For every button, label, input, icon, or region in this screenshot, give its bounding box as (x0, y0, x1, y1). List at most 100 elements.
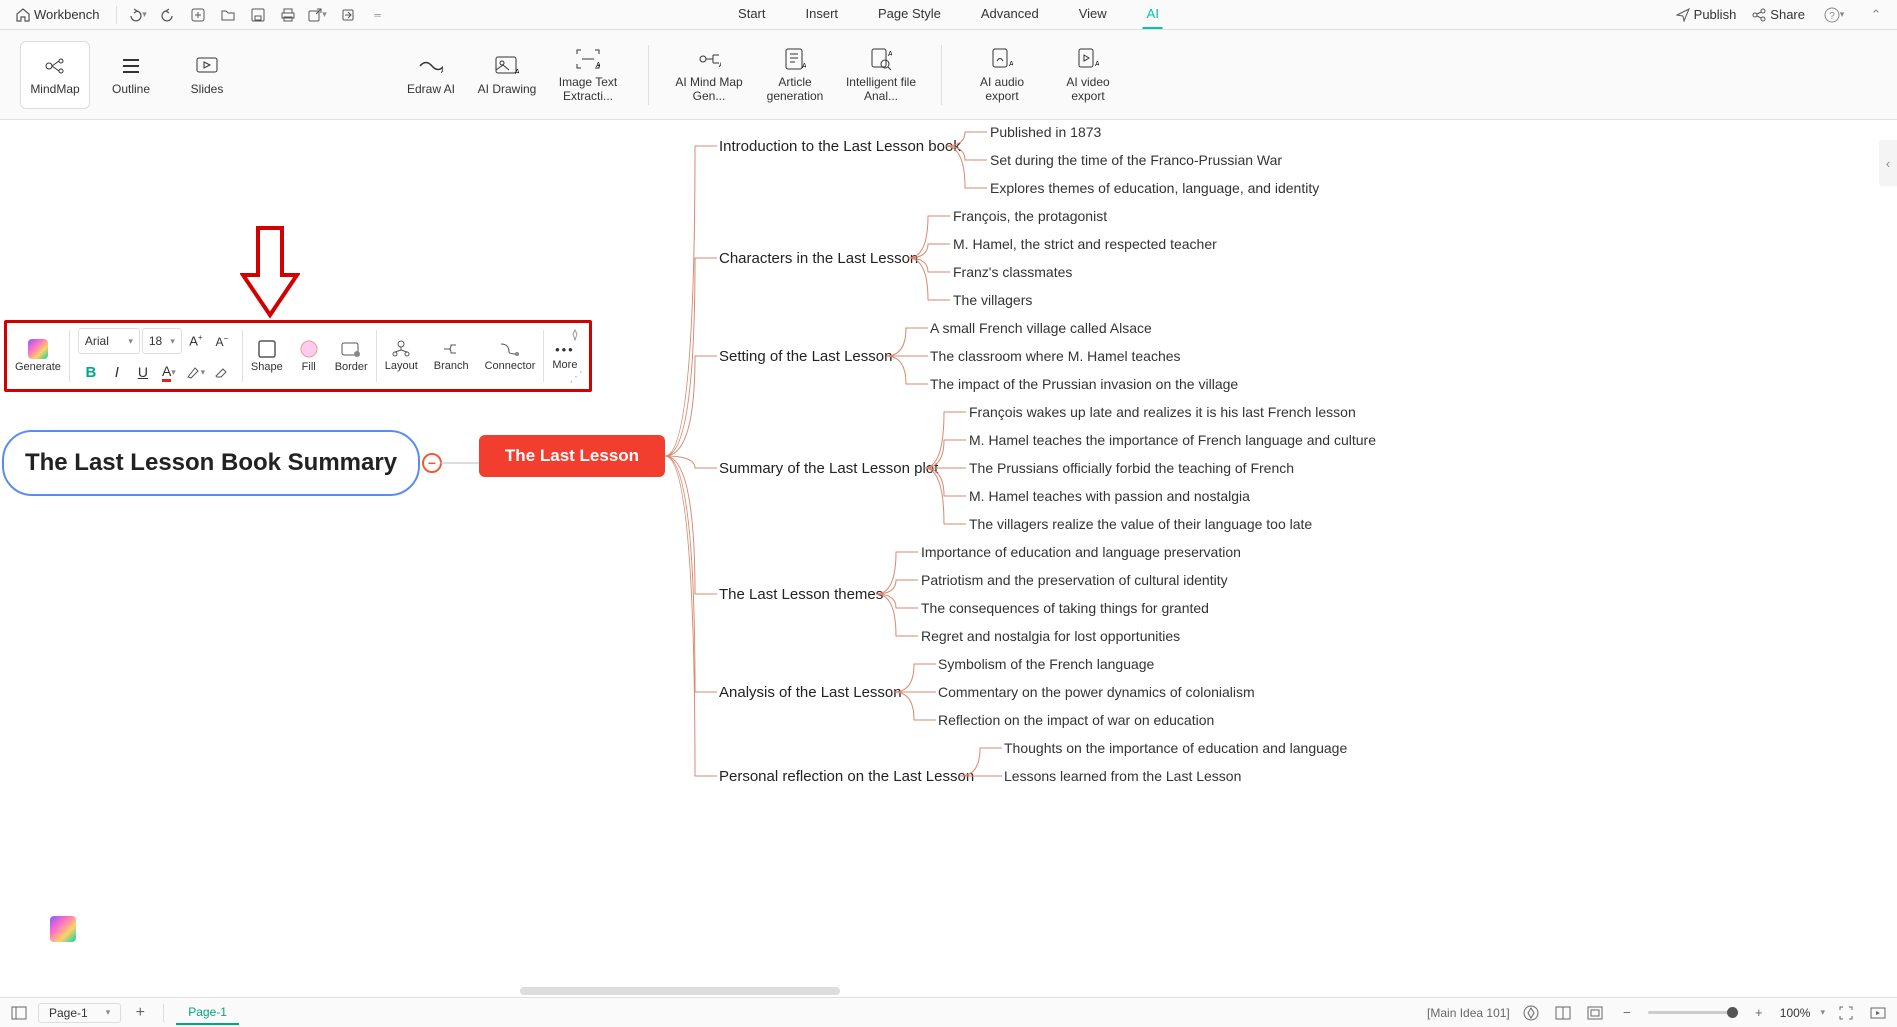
fullscreen-button[interactable] (1835, 1002, 1857, 1024)
leaf-node[interactable]: The impact of the Prussian invasion on t… (930, 376, 1238, 392)
shape-button[interactable]: Shape (243, 323, 291, 389)
menu-tab-insert[interactable]: Insert (802, 0, 843, 29)
font-color-button[interactable]: A▾ (157, 360, 181, 384)
bold-button[interactable]: B (79, 360, 103, 384)
leaf-node[interactable]: Commentary on the power dynamics of colo… (938, 684, 1255, 700)
increase-font-button[interactable]: A+ (184, 329, 208, 353)
more-quick-button[interactable]: ═ (365, 3, 391, 27)
outline-panel-button[interactable] (8, 1002, 30, 1024)
menu-tab-view[interactable]: View (1075, 0, 1111, 29)
new-button[interactable] (185, 3, 211, 27)
decrease-font-button[interactable]: A− (210, 329, 234, 353)
article-gen-button[interactable]: AI Article generation (755, 41, 835, 109)
save-button[interactable] (245, 3, 271, 27)
leaf-node[interactable]: The villagers (953, 292, 1032, 308)
print-button[interactable] (275, 3, 301, 27)
fit-page-button[interactable] (1584, 1002, 1606, 1024)
leaf-node[interactable]: Regret and nostalgia for lost opportunit… (921, 628, 1180, 644)
zoom-in-button[interactable]: + (1748, 1002, 1770, 1024)
fill-button[interactable]: Fill (291, 323, 327, 389)
ai-mindmap-gen-button[interactable]: AI AI Mind Map Gen... (669, 41, 749, 109)
leaf-node[interactable]: Explores themes of education, language, … (990, 180, 1319, 196)
branch-button[interactable]: Branch (426, 323, 477, 389)
canvas[interactable]: Generate Arial▾ 18▾ A+ A− B I U A▾ ▾ Sha… (0, 120, 1897, 997)
highlight-button[interactable]: ▾ (183, 360, 207, 384)
edraw-ai-button[interactable]: AI Edraw AI (396, 41, 466, 109)
collapse-ribbon-button[interactable]: ⌃ (1863, 3, 1889, 27)
ai-assistant-badge[interactable] (50, 916, 76, 942)
resize-handle[interactable]: ⋰ (569, 368, 583, 385)
menu-tab-start[interactable]: Start (734, 0, 769, 29)
view-outline-button[interactable]: Outline (96, 41, 166, 109)
undo-button[interactable]: ▾ (125, 3, 151, 27)
leaf-node[interactable]: M. Hamel, the strict and respected teach… (953, 236, 1217, 252)
leaf-node[interactable]: Published in 1873 (990, 124, 1101, 140)
leaf-node[interactable]: François wakes up late and realizes it i… (969, 404, 1356, 420)
underline-button[interactable]: U (131, 360, 155, 384)
leaf-node[interactable]: Thoughts on the importance of education … (1004, 740, 1347, 756)
help-button[interactable]: ?▾ (1821, 3, 1847, 27)
italic-button[interactable]: I (105, 360, 129, 384)
font-selector[interactable]: Arial▾ (78, 328, 140, 354)
export-button[interactable]: ▾ (305, 3, 331, 27)
leaf-node[interactable]: Importance of education and language pre… (921, 544, 1241, 560)
layout-button[interactable]: Layout (377, 323, 426, 389)
border-button[interactable]: Border (327, 323, 376, 389)
topic-node[interactable]: Summary of the Last Lesson plot (719, 460, 938, 477)
menu-tab-page-style[interactable]: Page Style (874, 0, 945, 29)
page-selector[interactable]: Page-1▾ (38, 1003, 121, 1023)
fontsize-selector[interactable]: 18▾ (142, 328, 182, 354)
center-node[interactable]: The Last Lesson (479, 435, 665, 477)
leaf-node[interactable]: The Prussians officially forbid the teac… (969, 460, 1294, 476)
generate-button[interactable]: Generate (7, 323, 69, 389)
menu-tab-advanced[interactable]: Advanced (977, 0, 1043, 29)
present-button[interactable] (1867, 1002, 1889, 1024)
publish-button[interactable]: Publish (1676, 7, 1737, 22)
topic-node[interactable]: Introduction to the Last Lesson book (719, 138, 961, 155)
clear-format-button[interactable] (209, 360, 233, 384)
menu-tab-ai[interactable]: AI (1143, 0, 1163, 29)
topic-node[interactable]: Personal reflection on the Last Lesson (719, 768, 974, 785)
topic-node[interactable]: Characters in the Last Lesson (719, 250, 918, 267)
open-button[interactable] (215, 3, 241, 27)
zoom-out-button[interactable]: − (1616, 1002, 1638, 1024)
ai-drawing-button[interactable]: AI AI Drawing (472, 41, 542, 109)
workbench-button[interactable]: Workbench (8, 7, 108, 22)
compass-button[interactable] (1520, 1002, 1542, 1024)
page-tab[interactable]: Page-1 (176, 1001, 239, 1025)
topic-node[interactable]: Setting of the Last Lesson (719, 348, 892, 365)
split-view-button[interactable] (1552, 1002, 1574, 1024)
ai-video-export-button[interactable]: AI AI video export (1048, 41, 1128, 109)
leaf-node[interactable]: Lessons learned from the Last Lesson (1004, 768, 1241, 784)
leaf-node[interactable]: François, the protagonist (953, 208, 1107, 224)
zoom-slider[interactable] (1648, 1011, 1738, 1014)
collapse-toggle[interactable]: − (422, 453, 442, 473)
share-doc-button[interactable] (335, 3, 361, 27)
leaf-node[interactable]: M. Hamel teaches the importance of Frenc… (969, 432, 1376, 448)
ai-audio-export-button[interactable]: AI AI audio export (962, 41, 1042, 109)
view-slides-button[interactable]: Slides (172, 41, 242, 109)
file-analysis-button[interactable]: AI Intelligent file Anal... (841, 41, 921, 109)
zoom-knob[interactable] (1727, 1007, 1738, 1018)
topic-node[interactable]: Analysis of the Last Lesson (719, 684, 902, 701)
leaf-node[interactable]: Set during the time of the Franco-Prussi… (990, 152, 1282, 168)
leaf-node[interactable]: The consequences of taking things for gr… (921, 600, 1209, 616)
leaf-node[interactable]: Franz's classmates (953, 264, 1072, 280)
leaf-node[interactable]: M. Hamel teaches with passion and nostal… (969, 488, 1250, 504)
redo-button[interactable] (155, 3, 181, 27)
leaf-node[interactable]: Reflection on the impact of war on educa… (938, 712, 1214, 728)
leaf-node[interactable]: A small French village called Alsace (930, 320, 1152, 336)
leaf-node[interactable]: The classroom where M. Hamel teaches (930, 348, 1181, 364)
leaf-node[interactable]: The villagers realize the value of their… (969, 516, 1312, 532)
view-mindmap-button[interactable]: MindMap (20, 41, 90, 109)
connector-button[interactable]: Connector (477, 323, 544, 389)
leaf-node[interactable]: Symbolism of the French language (938, 656, 1154, 672)
horizontal-scrollbar[interactable] (520, 987, 840, 995)
right-panel-toggle[interactable]: ‹ (1879, 140, 1897, 186)
topic-node[interactable]: The Last Lesson themes (719, 586, 883, 603)
add-page-button[interactable]: + (129, 1002, 151, 1024)
root-node[interactable]: The Last Lesson Book Summary (2, 430, 420, 496)
share-button[interactable]: Share (1752, 7, 1805, 22)
pin-button[interactable] (569, 329, 581, 341)
image-text-extract-button[interactable]: AI Image Text Extracti... (548, 41, 628, 109)
